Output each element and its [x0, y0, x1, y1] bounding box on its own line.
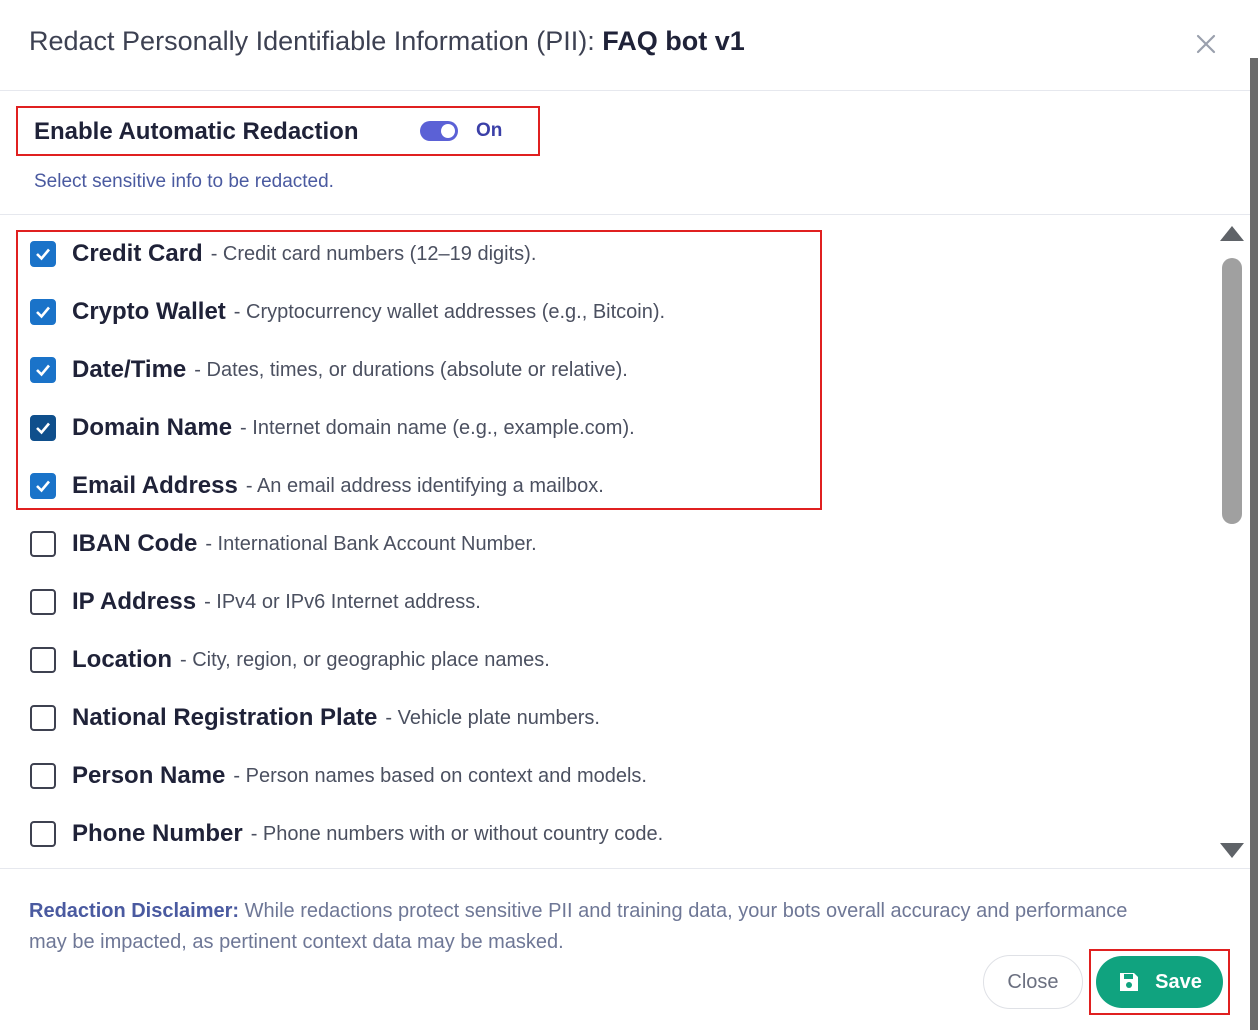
pii-item-ip-address[interactable]: IP Address - IPv4 or IPv6 Internet addre…: [30, 582, 481, 622]
save-button[interactable]: Save: [1096, 956, 1223, 1008]
scroll-up-arrow-icon[interactable]: [1220, 226, 1244, 241]
close-icon[interactable]: [1192, 30, 1220, 58]
pii-item-name: Phone Number: [72, 820, 243, 847]
pii-item-name: Location: [72, 646, 172, 673]
pii-item-iban-code[interactable]: IBAN Code - International Bank Account N…: [30, 524, 537, 564]
pii-item-desc: - International Bank Account Number.: [205, 532, 537, 555]
floppy-disk-icon: [1117, 970, 1141, 994]
disclaimer-label: Redaction Disclaimer:: [29, 900, 240, 922]
pii-item-name: IP Address: [72, 588, 197, 615]
save-button-label: Save: [1155, 970, 1202, 993]
window-edge: [1250, 58, 1258, 1030]
auto-redaction-row: Enable Automatic Redaction On: [16, 106, 540, 156]
pii-item-desc: - IPv4 or IPv6 Internet address.: [204, 590, 481, 613]
close-button[interactable]: Close: [983, 955, 1083, 1009]
scroll-down-arrow-icon[interactable]: [1220, 843, 1244, 858]
pii-item-location[interactable]: Location - City, region, or geographic p…: [30, 640, 550, 680]
auto-redaction-toggle[interactable]: [420, 121, 458, 141]
scrollbar-thumb[interactable]: [1222, 258, 1242, 524]
checkbox-phone-number[interactable]: [30, 821, 56, 847]
pii-item-desc: - Vehicle plate numbers.: [385, 706, 600, 729]
redaction-disclaimer: Redaction Disclaimer: While redactions p…: [29, 896, 1159, 958]
selected-items-highlight: [16, 230, 822, 510]
pii-item-name: National Registration Plate: [72, 704, 378, 731]
toggle-knob: [441, 124, 455, 138]
divider: [0, 868, 1250, 869]
checkbox-national-registration-plate[interactable]: [30, 705, 56, 731]
checkbox-person-name[interactable]: [30, 763, 56, 789]
dialog-title: Redact Personally Identifiable Informati…: [29, 26, 745, 57]
pii-item-desc: - Person names based on context and mode…: [233, 764, 647, 787]
pii-item-name: IBAN Code: [72, 530, 198, 557]
dialog-title-prefix: Redact Personally Identifiable Informati…: [29, 26, 603, 56]
toggle-state-label: On: [476, 120, 503, 141]
redaction-subtitle: Select sensitive info to be redacted.: [34, 171, 334, 192]
pii-item-name: Person Name: [72, 762, 226, 789]
dialog-header: Redact Personally Identifiable Informati…: [0, 0, 1250, 91]
checkbox-location[interactable]: [30, 647, 56, 673]
pii-item-person-name[interactable]: Person Name - Person names based on cont…: [30, 756, 647, 796]
pii-item-desc: - Phone numbers with or without country …: [250, 822, 664, 845]
divider: [0, 214, 1250, 215]
save-button-highlight: Save: [1089, 949, 1230, 1015]
checkbox-ip-address[interactable]: [30, 589, 56, 615]
pii-item-phone-number[interactable]: Phone Number - Phone numbers with or wit…: [30, 814, 663, 854]
pii-item-national-registration-plate[interactable]: National Registration Plate - Vehicle pl…: [30, 698, 600, 738]
bot-name: FAQ bot v1: [602, 26, 745, 56]
pii-item-desc: - City, region, or geographic place name…: [180, 648, 550, 671]
checkbox-iban-code[interactable]: [30, 531, 56, 557]
auto-redaction-label: Enable Automatic Redaction: [34, 118, 359, 145]
redact-pii-dialog: Redact Personally Identifiable Informati…: [0, 0, 1258, 1030]
